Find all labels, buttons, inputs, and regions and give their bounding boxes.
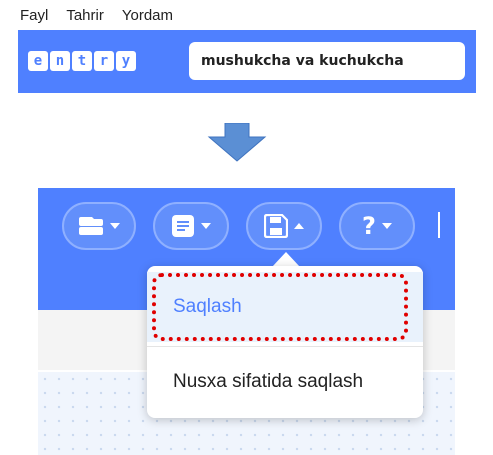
highlight-annotation xyxy=(152,273,408,341)
menu-edit[interactable]: Tahrir xyxy=(66,7,104,24)
logo-letter: y xyxy=(116,51,136,71)
help-menu-button[interactable]: ? xyxy=(339,202,415,250)
divider xyxy=(147,346,423,347)
down-arrow-icon xyxy=(207,123,267,162)
dropdown-pointer xyxy=(272,252,300,267)
menu-bar: Fayl Tahrir Yordam xyxy=(20,0,173,30)
logo-letter: t xyxy=(72,51,92,71)
chevron-down-icon xyxy=(201,223,211,229)
menu-help[interactable]: Yordam xyxy=(122,7,173,24)
menu-file[interactable]: Fayl xyxy=(20,7,48,24)
logo-letter: r xyxy=(94,51,114,71)
entry-header: e n t r y mushukcha va kuchukcha xyxy=(18,30,476,93)
document-icon xyxy=(172,215,194,237)
chevron-down-icon xyxy=(381,223,392,229)
document-menu-button[interactable] xyxy=(153,202,229,250)
blocks-icon xyxy=(79,217,103,235)
project-name-input[interactable]: mushukcha va kuchukcha xyxy=(189,42,465,80)
save-menu-button[interactable] xyxy=(246,202,322,250)
save-disk-icon xyxy=(264,214,288,238)
blocks-menu-button[interactable] xyxy=(62,202,136,250)
help-question-icon: ? xyxy=(362,212,376,240)
chevron-up-icon xyxy=(294,223,304,229)
logo-letter: e xyxy=(28,51,48,71)
entry-logo[interactable]: e n t r y xyxy=(28,51,136,71)
chevron-down-icon xyxy=(110,223,120,229)
menu-item-save-as-copy[interactable]: Nusxa sifatida saqlash xyxy=(147,352,423,412)
toolbar-divider xyxy=(438,212,440,238)
logo-letter: n xyxy=(50,51,70,71)
